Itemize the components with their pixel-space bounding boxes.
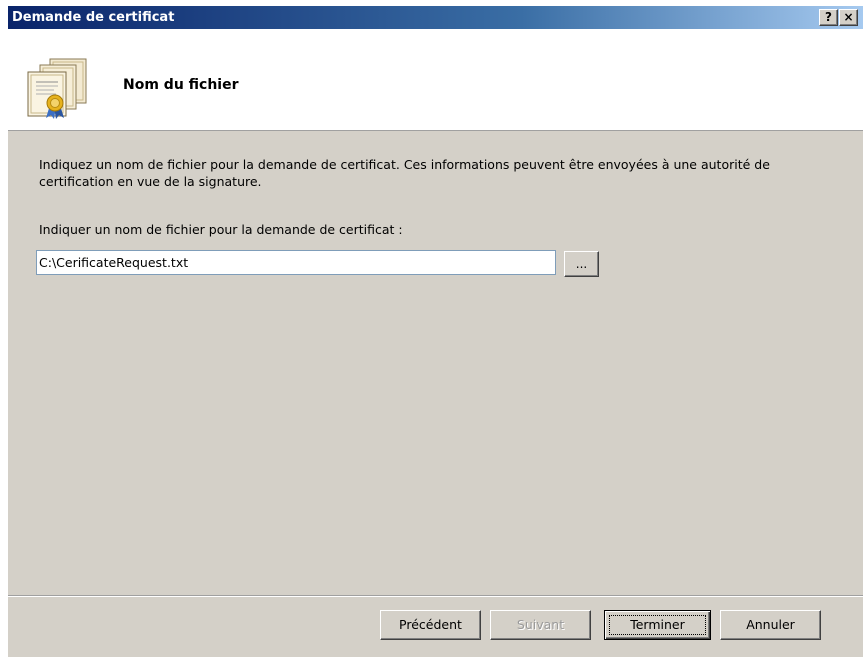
finish-button[interactable]: Terminer: [604, 610, 711, 640]
page-title: Nom du fichier: [123, 77, 239, 93]
browse-button[interactable]: ...: [564, 251, 599, 277]
certificate-request-dialog: Demande de certificat ? × Nom du fichier…: [7, 6, 863, 657]
help-button[interactable]: ?: [819, 9, 838, 26]
window-title: Demande de certificat: [12, 10, 175, 25]
close-button[interactable]: ×: [839, 9, 858, 26]
footer-divider: [8, 595, 863, 597]
focus-rectangle: [609, 615, 706, 635]
file-path-input[interactable]: [36, 250, 556, 275]
file-name-label: Indiquer un nom de fichier pour la deman…: [39, 222, 403, 237]
title-bar[interactable]: Demande de certificat ? ×: [8, 6, 863, 29]
cancel-button[interactable]: Annuler: [720, 610, 821, 640]
certificate-icon: [27, 58, 87, 119]
previous-button[interactable]: Précédent: [380, 610, 481, 640]
wizard-header: Nom du fichier: [8, 29, 863, 131]
next-button-disabled: Suivant: [490, 610, 591, 640]
instructions-text: Indiquez un nom de fichier pour la deman…: [39, 157, 770, 189]
